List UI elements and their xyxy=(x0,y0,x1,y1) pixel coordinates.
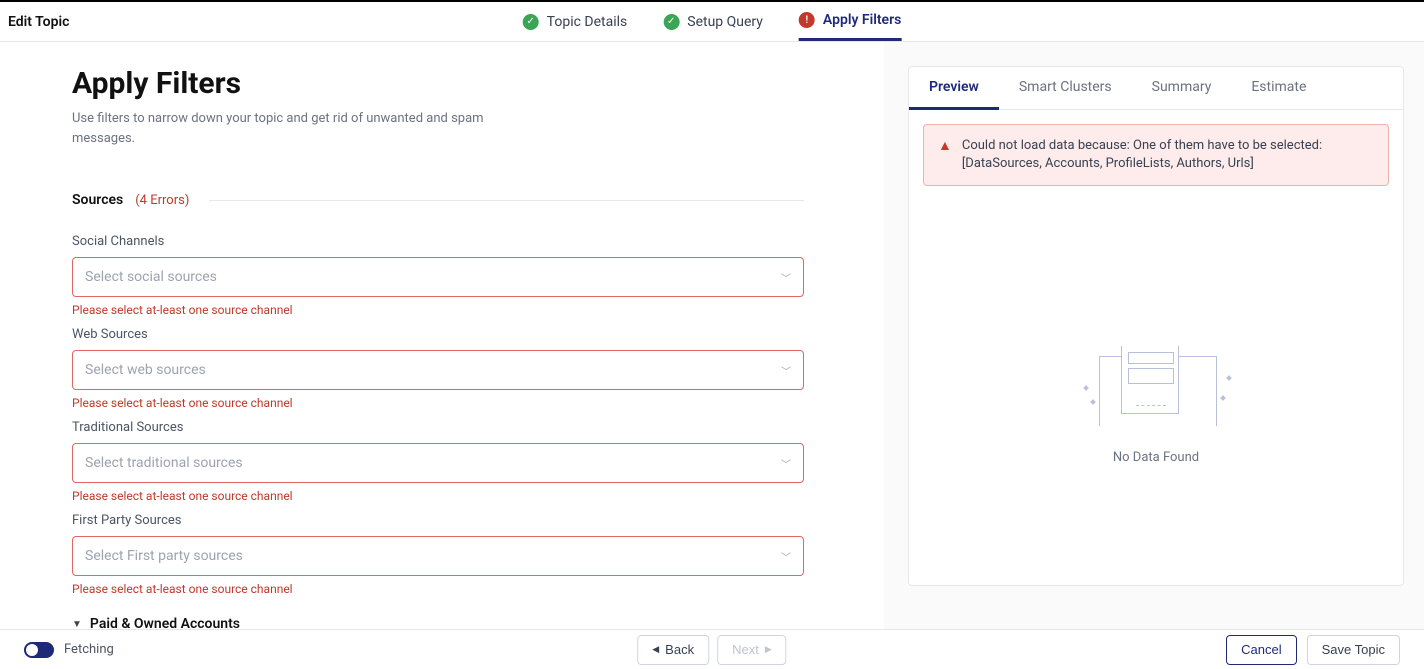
select-placeholder: Select First party sources xyxy=(85,548,243,564)
step-topic-details[interactable]: ✓ Topic Details xyxy=(523,2,628,41)
step-label: Apply Filters xyxy=(823,12,901,28)
next-button[interactable]: Next ▶ xyxy=(717,635,787,665)
no-data-text: No Data Found xyxy=(909,450,1403,465)
field-label: Traditional Sources xyxy=(72,420,804,435)
social-sources-select[interactable]: Select social sources ﹀ xyxy=(72,257,804,297)
no-data-block: No Data Found xyxy=(909,346,1403,465)
tab-estimate[interactable]: Estimate xyxy=(1231,67,1326,109)
sources-section-head: Sources (4 Errors) xyxy=(72,192,804,208)
field-label: Social Channels xyxy=(72,234,804,249)
section-label: Paid & Owned Accounts xyxy=(90,616,240,629)
page-title-small: Edit Topic xyxy=(0,14,69,30)
field-label: Web Sources xyxy=(72,327,804,342)
section-label: Sources xyxy=(72,192,123,208)
field-traditional-sources: Traditional Sources Select traditional s… xyxy=(72,420,804,503)
fetching-toggle[interactable] xyxy=(24,642,54,658)
select-placeholder: Select web sources xyxy=(85,362,206,378)
select-placeholder: Select social sources xyxy=(85,269,217,285)
wizard-steps: ✓ Topic Details ✓ Setup Query ! Apply Fi… xyxy=(523,2,902,41)
tab-preview[interactable]: Preview xyxy=(909,67,999,110)
chevron-down-icon: ﹀ xyxy=(781,549,791,564)
preview-tabs: Preview Smart Clusters Summary Estimate xyxy=(909,67,1403,110)
footer-bar: Fetching ◀ Back Next ▶ Cancel Save Topic xyxy=(0,629,1424,669)
field-error: Please select at-least one source channe… xyxy=(72,396,804,410)
no-data-illustration xyxy=(1081,346,1231,426)
step-label: Setup Query xyxy=(687,14,763,30)
field-error: Please select at-least one source channe… xyxy=(72,303,804,317)
warning-icon: ▲ xyxy=(938,137,952,173)
field-error: Please select at-least one source channe… xyxy=(72,582,804,596)
error-alert: ▲ Could not load data because: One of th… xyxy=(923,124,1389,186)
traditional-sources-select[interactable]: Select traditional sources ﹀ xyxy=(72,443,804,483)
alert-text: Could not load data because: One of them… xyxy=(962,137,1374,173)
error-count: (4 Errors) xyxy=(135,193,189,208)
main-content: Apply Filters Use filters to narrow down… xyxy=(0,42,1424,629)
footer-nav: ◀ Back Next ▶ xyxy=(637,635,786,665)
step-label: Topic Details xyxy=(547,14,628,30)
back-button[interactable]: ◀ Back xyxy=(637,635,709,665)
chevron-down-icon: ﹀ xyxy=(781,456,791,471)
first-party-sources-select[interactable]: Select First party sources ﹀ xyxy=(72,536,804,576)
chevron-down-icon: ﹀ xyxy=(781,363,791,378)
field-first-party-sources: First Party Sources Select First party s… xyxy=(72,513,804,596)
cancel-button[interactable]: Cancel xyxy=(1226,635,1296,665)
button-label: Back xyxy=(665,642,694,657)
page-heading: Apply Filters xyxy=(72,66,804,101)
step-setup-query[interactable]: ✓ Setup Query xyxy=(663,2,763,41)
chevron-down-icon: ﹀ xyxy=(781,270,791,285)
tab-summary[interactable]: Summary xyxy=(1132,67,1232,109)
field-label: First Party Sources xyxy=(72,513,804,528)
button-label: Next xyxy=(732,642,759,657)
field-social-channels: Social Channels Select social sources ﹀ … xyxy=(72,234,804,317)
preview-panel: Preview Smart Clusters Summary Estimate … xyxy=(908,66,1404,586)
footer-actions: Cancel Save Topic xyxy=(1226,635,1400,665)
tab-smart-clusters[interactable]: Smart Clusters xyxy=(999,67,1132,109)
fetching-label: Fetching xyxy=(64,642,114,657)
triangle-right-icon: ▶ xyxy=(765,644,772,655)
topbar: Edit Topic ✓ Topic Details ✓ Setup Query… xyxy=(0,0,1424,42)
select-placeholder: Select traditional sources xyxy=(85,455,243,471)
paid-owned-accounts-section[interactable]: ▼ Paid & Owned Accounts xyxy=(72,616,804,629)
field-error: Please select at-least one source channe… xyxy=(72,489,804,503)
field-web-sources: Web Sources Select web sources ﹀ Please … xyxy=(72,327,804,410)
save-topic-button[interactable]: Save Topic xyxy=(1307,635,1400,665)
footer-left: Fetching xyxy=(24,642,114,658)
left-panel: Apply Filters Use filters to narrow down… xyxy=(0,42,884,629)
check-icon: ✓ xyxy=(523,14,539,30)
page-description: Use filters to narrow down your topic an… xyxy=(72,109,492,148)
error-icon: ! xyxy=(799,12,815,28)
step-apply-filters[interactable]: ! Apply Filters xyxy=(799,2,901,41)
right-panel: Preview Smart Clusters Summary Estimate … xyxy=(884,42,1424,629)
check-icon: ✓ xyxy=(663,14,679,30)
caret-down-icon: ▼ xyxy=(72,619,82,630)
web-sources-select[interactable]: Select web sources ﹀ xyxy=(72,350,804,390)
triangle-left-icon: ◀ xyxy=(652,644,659,655)
